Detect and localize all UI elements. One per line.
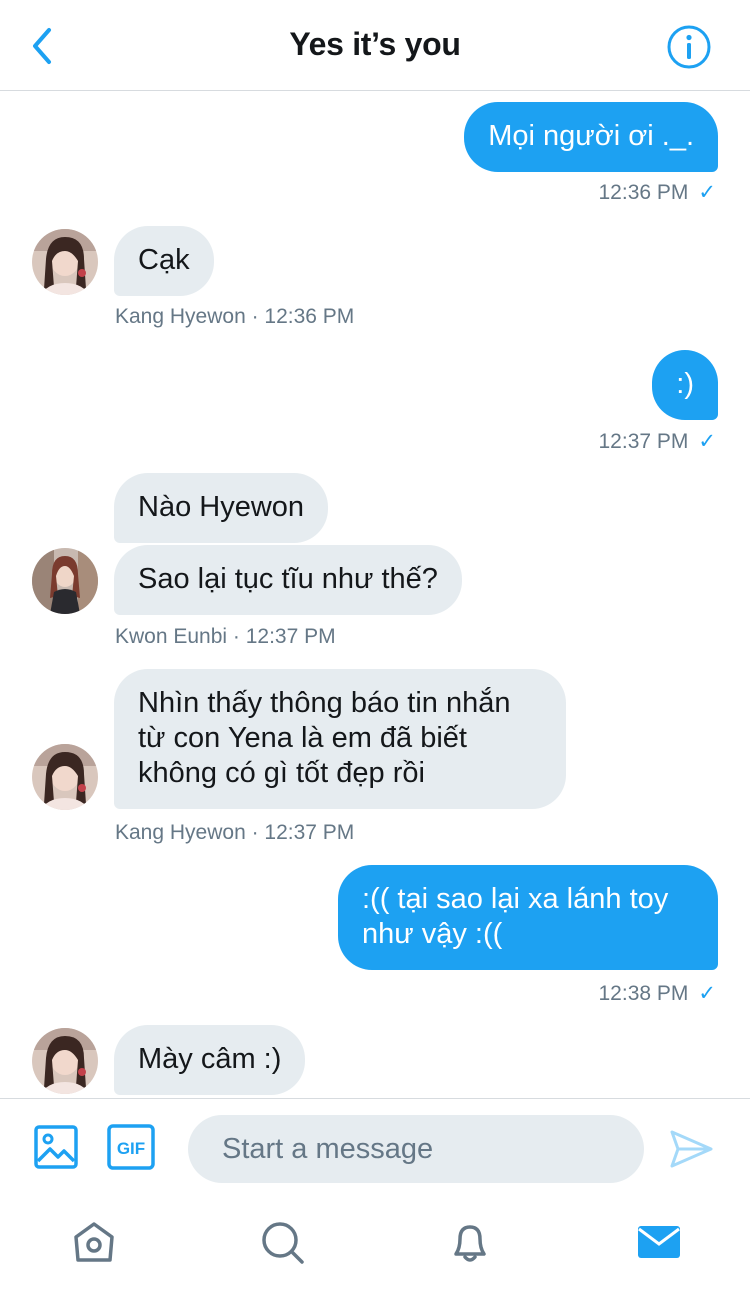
conversation-header: Yes it’s you	[0, 0, 750, 91]
outgoing-message[interactable]: :)	[652, 350, 718, 420]
info-icon	[667, 25, 711, 69]
message-composer: GIF	[0, 1098, 750, 1198]
avatar-image	[32, 229, 98, 295]
avatar-image	[32, 1028, 98, 1094]
search-icon	[262, 1222, 304, 1264]
add-gif-button[interactable]: GIF	[107, 1124, 155, 1170]
incoming-message[interactable]: Mày câm :)	[114, 1025, 306, 1095]
outgoing-message[interactable]: Mọi người ơi ._.	[464, 102, 718, 172]
mail-icon	[638, 1226, 680, 1258]
message-timestamp: 12:37 PM ✓	[599, 429, 717, 454]
tab-home[interactable]	[71, 1218, 117, 1266]
avatar[interactable]	[32, 1028, 98, 1094]
avatar-image	[32, 548, 98, 614]
tab-notifications[interactable]	[447, 1218, 493, 1266]
sender-timestamp: Kang Hyewon · 12:36 PM	[115, 305, 355, 328]
avatar-image	[32, 744, 98, 810]
conversation-title[interactable]: Yes it’s you	[0, 26, 750, 63]
timestamp-text: 12:38 PM	[598, 981, 689, 1005]
avatar[interactable]	[32, 229, 98, 295]
sent-check-icon: ✓	[698, 982, 716, 1005]
sender-timestamp: Kwon Eunbi · 12:37 PM	[115, 625, 336, 648]
add-image-button[interactable]	[33, 1124, 79, 1170]
gif-label: GIF	[117, 1139, 145, 1158]
gif-icon: GIF	[107, 1124, 155, 1170]
outgoing-message[interactable]: :(( tại sao lại xa lánh toy như vậy :((	[338, 865, 718, 970]
incoming-message[interactable]: Sao lại tục tĩu như thế?	[114, 545, 462, 615]
send-icon	[670, 1130, 713, 1168]
bottom-tab-bar	[0, 1198, 750, 1296]
send-button[interactable]	[668, 1126, 714, 1172]
incoming-message[interactable]: Nào Hyewon	[114, 473, 329, 543]
timestamp-text: 12:36 PM	[598, 180, 689, 204]
home-icon	[74, 1222, 114, 1262]
bell-icon	[454, 1225, 486, 1262]
timestamp-text: 12:37 PM	[598, 429, 689, 453]
tab-messages[interactable]	[636, 1218, 682, 1266]
incoming-message[interactable]: Nhìn thấy thông báo tin nhắn từ con Yena…	[114, 669, 566, 809]
avatar[interactable]	[32, 548, 98, 614]
incoming-message[interactable]: Cạk	[114, 226, 214, 296]
sender-timestamp: Kang Hyewon · 12:37 PM	[115, 821, 355, 844]
image-icon	[34, 1125, 78, 1169]
message-input[interactable]	[188, 1115, 644, 1183]
message-list[interactable]: Mọi người ơi ._. 12:36 PM ✓ Cạk Kang Hye…	[0, 92, 750, 1098]
tab-search[interactable]	[259, 1218, 305, 1266]
message-timestamp: 12:36 PM ✓	[599, 180, 717, 205]
sent-check-icon: ✓	[698, 181, 716, 204]
avatar[interactable]	[32, 744, 98, 810]
message-timestamp: 12:38 PM ✓	[599, 981, 717, 1006]
info-button[interactable]	[666, 24, 712, 70]
sent-check-icon: ✓	[698, 430, 716, 453]
